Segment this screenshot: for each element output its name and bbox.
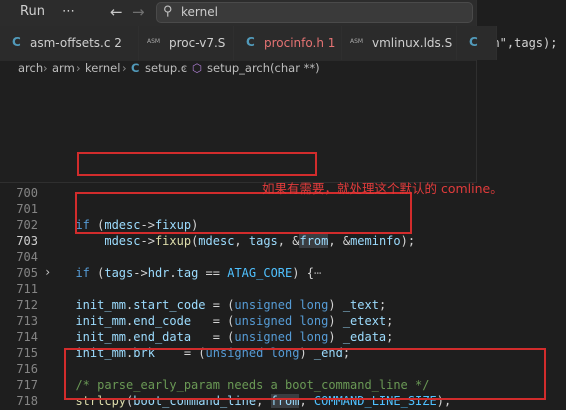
line-number: 712 [16, 298, 38, 312]
code-text: if (tags->hdr.tag == ATAG_CORE) {⋯ [75, 266, 322, 280]
code-text: init_mm.end_code = (unsigned long) _etex… [75, 314, 394, 328]
menu-run[interactable]: Run [20, 4, 45, 19]
line-number: 705 [16, 266, 38, 280]
annotation-text: 如果有需要，就处理这个默认的 comline。 [262, 181, 503, 196]
asm-file-icon: ASM [147, 38, 161, 45]
code-text: init_mm.start_code = (unsigned long) _te… [75, 298, 387, 312]
highlight-box-from-declaration [77, 152, 317, 176]
chevron-right-icon: › [43, 61, 48, 75]
chevron-right-icon: › [76, 61, 81, 75]
code-line[interactable]: 704 [0, 250, 566, 266]
line-number: 717 [16, 378, 38, 392]
code-line[interactable]: 705 › if (tags->hdr.tag == ATAG_CORE) {⋯ [0, 265, 566, 282]
line-number: 713 [16, 314, 38, 328]
code-line[interactable]: 711 [0, 282, 566, 298]
code-line[interactable]: 714 init_mm.end_data = (unsigned long) _… [0, 330, 566, 346]
c-file-icon: C [469, 35, 478, 49]
command-center-search[interactable]: ⚲ kernel [156, 2, 473, 23]
search-icon: ⚲ [163, 4, 173, 19]
forward-arrow-icon[interactable]: → [132, 3, 145, 21]
menu-more[interactable]: ⋯ [62, 4, 75, 19]
breadcrumb-arm[interactable]: arm [52, 61, 75, 75]
code-text: init_mm.end_data = (unsigned long) _edat… [75, 330, 394, 344]
c-file-icon: C [246, 35, 255, 49]
function-symbol-icon: ⬡ [192, 61, 203, 75]
line-number: 704 [16, 250, 38, 264]
breadcrumb-symbol[interactable]: setup_arch(char **) [207, 61, 320, 75]
line-number: 718 [16, 394, 38, 408]
code-line[interactable]: 713 init_mm.end_code = (unsigned long) _… [0, 314, 566, 330]
back-arrow-icon[interactable]: ← [110, 3, 123, 21]
line-number: 715 [16, 346, 38, 360]
highlight-box-fixup [75, 192, 412, 234]
tab[interactable]: ASM proc-v7.S [139, 26, 234, 60]
code-text: mdesc->fixup(mdesc, tags, &from, &meminf… [104, 234, 416, 248]
tab[interactable]: Casm-offsets.c 2 [0, 26, 139, 60]
line-number: 703 [16, 234, 38, 248]
line-number: 714 [16, 330, 38, 344]
line-number: 702 [16, 218, 38, 232]
breadcrumb-kernel[interactable]: kernel [85, 61, 120, 75]
tab[interactable]: Cprocinfo.h 1 [234, 26, 342, 60]
tab[interactable]: ASM vmlinux.lds.S [342, 26, 457, 60]
code-line[interactable]: 712 init_mm.start_code = (unsigned long)… [0, 298, 566, 314]
c-file-icon: C [131, 61, 140, 75]
line-number: 701 [16, 202, 38, 216]
chevron-right-icon: › [182, 61, 187, 75]
breadcrumb: arch › arm › kernel › C setup.c › ⬡ setu… [0, 60, 476, 76]
c-file-icon: C [12, 35, 21, 49]
asm-file-icon: ASM [350, 38, 364, 45]
line-number: 700 [16, 186, 38, 200]
title-bar: Run ⋯ ← → ⚲ kernel [0, 0, 476, 26]
breadcrumb-file[interactable]: setup.c [145, 61, 187, 75]
tab-label: asm-offsets.c 2 [30, 36, 122, 50]
line-number: 716 [16, 362, 38, 376]
line-number: 711 [16, 282, 38, 296]
tab-label: procinfo.h 1 [264, 36, 336, 50]
tab-label: vmlinux.lds.S [372, 36, 453, 50]
chevron-right-icon: › [122, 61, 127, 75]
tab-bar: Casm-offsets.c 2 ASM proc-v7.S Cprocinfo.h … [0, 26, 497, 61]
code-line[interactable]: 703 mdesc->fixup(mdesc, tags, &from, &me… [0, 234, 566, 250]
fold-chevron-icon[interactable]: › [44, 265, 51, 279]
tab[interactable]: C [457, 26, 497, 60]
highlight-box-strlcpy [64, 348, 546, 400]
breadcrumb-arch[interactable]: arch [18, 61, 43, 75]
search-text: kernel [181, 5, 218, 19]
tab-label: proc-v7.S [169, 36, 226, 50]
